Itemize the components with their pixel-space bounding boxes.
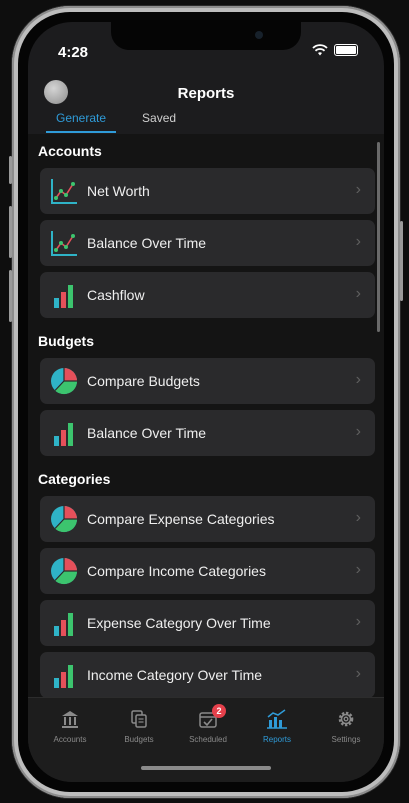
pie-chart-icon [49, 504, 79, 534]
wifi-icon [312, 44, 328, 56]
segment-tabs: Generate Saved [46, 109, 186, 133]
chevron-right-icon: › [355, 509, 361, 526]
report-item-label: Net Worth [87, 183, 150, 199]
report-item-net-worth[interactable]: Net Worth › [40, 168, 375, 214]
report-item-label: Expense Category Over Time [87, 615, 271, 631]
report-item-label: Compare Income Categories [87, 563, 266, 579]
tabbar-label: Reports [262, 735, 291, 744]
notch [111, 22, 301, 50]
calendar-check-icon [173, 708, 243, 730]
mute-switch [9, 156, 12, 184]
line-chart-icon [49, 176, 79, 206]
pie-chart-icon [49, 556, 79, 586]
gear-icon [311, 708, 381, 730]
power-button [400, 221, 403, 301]
reports-chart-icon [242, 708, 312, 730]
report-item-compare-expense-categories[interactable]: Compare Expense Categories › [40, 496, 375, 542]
bar-chart-icon [49, 660, 79, 690]
tabbar-item-accounts[interactable]: Accounts [35, 708, 105, 744]
volume-up-button [9, 206, 12, 258]
report-item-label: Cashflow [87, 287, 145, 303]
screen: 4:28 Reports Generate Saved Accounts Net… [28, 22, 384, 782]
report-item-label: Compare Budgets [87, 373, 200, 389]
battery-icon [334, 44, 358, 56]
report-item-expense-category-over-time[interactable]: Expense Category Over Time › [40, 600, 375, 646]
line-chart-icon [49, 228, 79, 258]
chevron-right-icon: › [355, 233, 361, 250]
tabbar-item-budgets[interactable]: Budgets [104, 708, 174, 744]
chevron-right-icon: › [355, 561, 361, 578]
report-item-label: Balance Over Time [87, 425, 207, 441]
report-item-income-category-over-time[interactable]: Income Category Over Time › [40, 652, 375, 698]
tabbar-label: Scheduled [189, 735, 227, 744]
page-title: Reports [177, 85, 235, 102]
chevron-right-icon: › [355, 613, 361, 630]
report-item-label: Compare Expense Categories [87, 511, 275, 527]
chevron-right-icon: › [355, 181, 361, 198]
tabbar-label: Settings [331, 735, 361, 744]
status-time: 4:28 [58, 44, 89, 61]
documents-icon [104, 708, 174, 730]
report-item-label: Income Category Over Time [87, 667, 263, 683]
bar-chart-icon [49, 418, 79, 448]
report-item-compare-income-categories[interactable]: Compare Income Categories › [40, 548, 375, 594]
phone-frame: 4:28 Reports Generate Saved Accounts Net… [9, 6, 403, 798]
chevron-right-icon: › [355, 423, 361, 440]
status-icons [312, 44, 358, 56]
tabbar-label: Accounts [53, 735, 87, 744]
phone-bezel: 4:28 Reports Generate Saved Accounts Net… [18, 12, 394, 792]
chevron-right-icon: › [355, 285, 361, 302]
chevron-right-icon: › [355, 371, 361, 388]
notification-badge: 2 [212, 704, 226, 718]
home-indicator[interactable] [141, 766, 271, 770]
chevron-right-icon: › [355, 665, 361, 682]
report-list[interactable]: Accounts Net Worth › Balance Over Time › [28, 134, 384, 698]
volume-down-button [9, 270, 12, 322]
header: Reports Generate Saved [28, 72, 384, 133]
report-item-compare-budgets[interactable]: Compare Budgets › [40, 358, 375, 404]
report-item-cashflow[interactable]: Cashflow › [40, 272, 375, 318]
tabbar-item-reports[interactable]: Reports [242, 708, 312, 744]
bar-chart-icon [49, 608, 79, 638]
pie-chart-icon [49, 366, 79, 396]
section-title-budgets: Budgets [38, 333, 94, 349]
tab-generate[interactable]: Generate [46, 109, 117, 133]
section-title-categories: Categories [38, 471, 111, 487]
tab-bar: Accounts Budgets 2 Scheduled Reports Set… [28, 697, 384, 782]
scrollbar[interactable] [377, 142, 380, 332]
report-item-balance-over-time[interactable]: Balance Over Time › [40, 220, 375, 266]
tabbar-label: Budgets [124, 735, 154, 744]
section-title-accounts: Accounts [38, 143, 102, 159]
tab-saved[interactable]: Saved [132, 109, 186, 133]
camera [255, 31, 263, 39]
bank-icon [35, 708, 105, 730]
tabbar-item-settings[interactable]: Settings [311, 708, 381, 744]
bar-chart-icon [49, 280, 79, 310]
report-item-label: Balance Over Time [87, 235, 207, 251]
tabbar-item-scheduled[interactable]: 2 Scheduled [173, 704, 243, 744]
report-item-budget-balance-over-time[interactable]: Balance Over Time › [40, 410, 375, 456]
